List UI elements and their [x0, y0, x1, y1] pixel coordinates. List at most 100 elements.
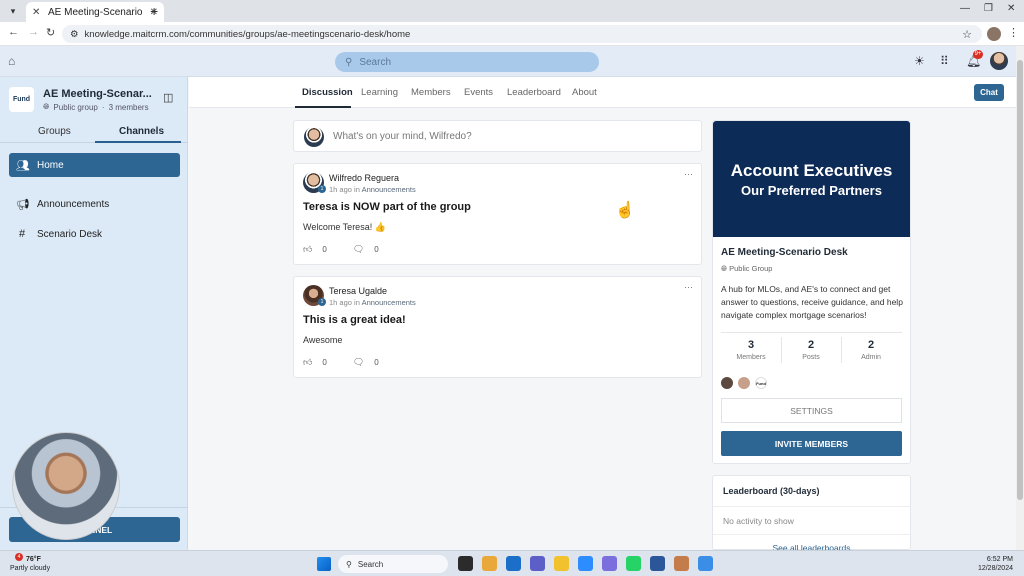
site-info-icon[interactable]: ⚙: [70, 29, 79, 40]
tab-groups[interactable]: Groups: [38, 126, 71, 137]
like-icon[interactable]: 👍︎: [303, 357, 312, 368]
group-nav: Discussion Learning Members Events Leade…: [189, 77, 1016, 108]
comment-count: 0: [374, 358, 379, 367]
group-stats: 3 Members 2 Posts 2 Admin: [721, 332, 902, 366]
word-icon[interactable]: [650, 556, 665, 571]
file-explorer-icon[interactable]: [554, 556, 569, 571]
member-count: 3 members: [108, 102, 149, 112]
screen-recorder-icon[interactable]: [698, 556, 713, 571]
start-button-icon[interactable]: [317, 557, 331, 571]
search-icon: ⚲: [345, 56, 353, 68]
zoom-icon[interactable]: [578, 556, 593, 571]
back-icon[interactable]: ←: [8, 26, 19, 38]
user-avatar[interactable]: [990, 52, 1008, 70]
post-in-label: in: [354, 185, 360, 194]
page-scrollbar[interactable]: [1016, 46, 1024, 550]
tab-channels[interactable]: Channels: [119, 126, 164, 137]
taskbar-search[interactable]: ⚲ Search: [338, 555, 448, 573]
like-icon[interactable]: 👍︎: [303, 244, 312, 255]
chrome-icon[interactable]: [482, 556, 497, 571]
stat-members[interactable]: 3 Members: [721, 339, 781, 361]
post-body: Welcome Teresa! 👍: [303, 222, 386, 232]
snipping-tool-icon[interactable]: [674, 556, 689, 571]
post-author[interactable]: Wilfredo Reguera: [329, 173, 399, 183]
sidebar-item-scenario-desk[interactable]: # Scenario Desk: [9, 222, 180, 246]
webcam-overlay: [12, 432, 120, 540]
forward-icon[interactable]: →: [28, 26, 39, 38]
avatar[interactable]: Fund: [755, 377, 767, 389]
search-input[interactable]: ⚲ Search: [335, 52, 599, 72]
group-type-label: Public Group: [729, 264, 773, 273]
restore-icon[interactable]: ❐: [984, 3, 993, 14]
divider: [713, 506, 910, 507]
weather-badge: 4: [15, 553, 23, 561]
banner-line2: Our Preferred Partners: [741, 183, 882, 198]
avatar[interactable]: [738, 377, 750, 389]
tab-events[interactable]: Events: [464, 87, 493, 98]
tab-leaderboard[interactable]: Leaderboard: [507, 87, 561, 98]
stat-value: 3: [747, 339, 755, 351]
tab-learning[interactable]: Learning: [361, 87, 398, 98]
sidebar-item-label: Announcements: [37, 198, 110, 210]
active-tab-indicator: [95, 141, 181, 143]
post-author[interactable]: Teresa Ugalde: [329, 286, 387, 296]
stat-value: 2: [807, 339, 815, 351]
bookmark-star-icon[interactable]: ☆: [962, 28, 972, 41]
stat-label: Members: [736, 354, 766, 361]
stat-label: Admin: [861, 354, 881, 361]
like-count: 0: [322, 358, 327, 367]
chat-button[interactable]: Chat: [974, 84, 1004, 101]
url-text: knowledge.maitcrm.com/communities/groups…: [84, 28, 411, 40]
invite-members-button[interactable]: INVITE MEMBERS: [721, 431, 902, 456]
apps-grid-icon[interactable]: ⠿: [940, 54, 949, 68]
url-field[interactable]: ⚙ knowledge.maitcrm.com/communities/grou…: [62, 25, 982, 43]
avatar[interactable]: [721, 377, 733, 389]
collapse-sidebar-icon[interactable]: ◫: [163, 91, 173, 104]
post-channel[interactable]: Announcements: [362, 298, 416, 307]
group-name: AE Meeting-Scenar...: [43, 88, 152, 100]
copilot-icon[interactable]: [602, 556, 617, 571]
more-options-icon[interactable]: ⋯: [684, 282, 693, 293]
globe-icon: 🌐︎: [721, 264, 727, 273]
teams-icon[interactable]: [530, 556, 545, 571]
browser-tab[interactable]: ✕ AE Meeting-Scenario Desk ✕: [26, 2, 164, 22]
outlook-icon[interactable]: [506, 556, 521, 571]
stat-admin[interactable]: 2 Admin: [841, 339, 901, 361]
group-type: Public group: [53, 102, 98, 112]
whatsapp-icon[interactable]: [626, 556, 641, 571]
reload-icon[interactable]: ↻: [46, 26, 55, 39]
site-favicon-icon: ✕: [32, 6, 41, 18]
comment-icon[interactable]: 🗨︎: [353, 357, 364, 368]
taskbar-search-label: Search: [357, 559, 384, 569]
theme-toggle-icon[interactable]: ☀: [914, 54, 925, 68]
users-icon: 👥︎: [16, 159, 30, 172]
browser-menu-icon[interactable]: ⋮: [1008, 26, 1019, 39]
divider: [713, 534, 910, 535]
task-view-icon[interactable]: [458, 556, 473, 571]
globe-icon: 🌐︎: [43, 102, 50, 111]
browser-tab-bar: ▾ ✕ AE Meeting-Scenario Desk ✕ + — ❐ ✕: [0, 0, 1024, 22]
weather-desc: Partly cloudy: [10, 565, 51, 572]
close-window-icon[interactable]: ✕: [1007, 3, 1015, 14]
system-clock[interactable]: 6:52 PM 12/28/2024: [975, 555, 1013, 573]
home-icon[interactable]: ⌂: [8, 54, 15, 68]
composer-placeholder: What's on your mind, Wilfredo?: [333, 131, 472, 142]
tab-discussion[interactable]: Discussion: [302, 87, 353, 98]
more-options-icon[interactable]: ⋯: [684, 169, 693, 180]
post-channel[interactable]: Announcements: [362, 185, 416, 194]
post-composer[interactable]: What's on your mind, Wilfredo?: [293, 120, 702, 152]
stat-posts[interactable]: 2 Posts: [781, 339, 841, 361]
tab-about[interactable]: About: [572, 87, 597, 98]
sidebar-item-home[interactable]: 👥︎ Home: [9, 153, 180, 177]
comment-icon[interactable]: 🗨︎: [353, 244, 364, 255]
tab-search-icon[interactable]: ▾: [6, 4, 20, 18]
scrollbar-thumb[interactable]: [1017, 60, 1023, 500]
post-card[interactable]: 1 Teresa Ugalde 1h ago in Announcements …: [293, 276, 702, 378]
tab-members[interactable]: Members: [411, 87, 451, 98]
browser-profile-avatar[interactable]: [987, 27, 1001, 41]
post-card[interactable]: 1 Wilfredo Reguera 1h ago in Announcemen…: [293, 163, 702, 265]
new-tab-icon[interactable]: +: [150, 3, 158, 19]
sidebar-item-announcements[interactable]: 📢︎ Announcements: [9, 192, 180, 216]
settings-button[interactable]: SETTINGS: [721, 398, 902, 423]
minimize-icon[interactable]: —: [960, 3, 970, 14]
